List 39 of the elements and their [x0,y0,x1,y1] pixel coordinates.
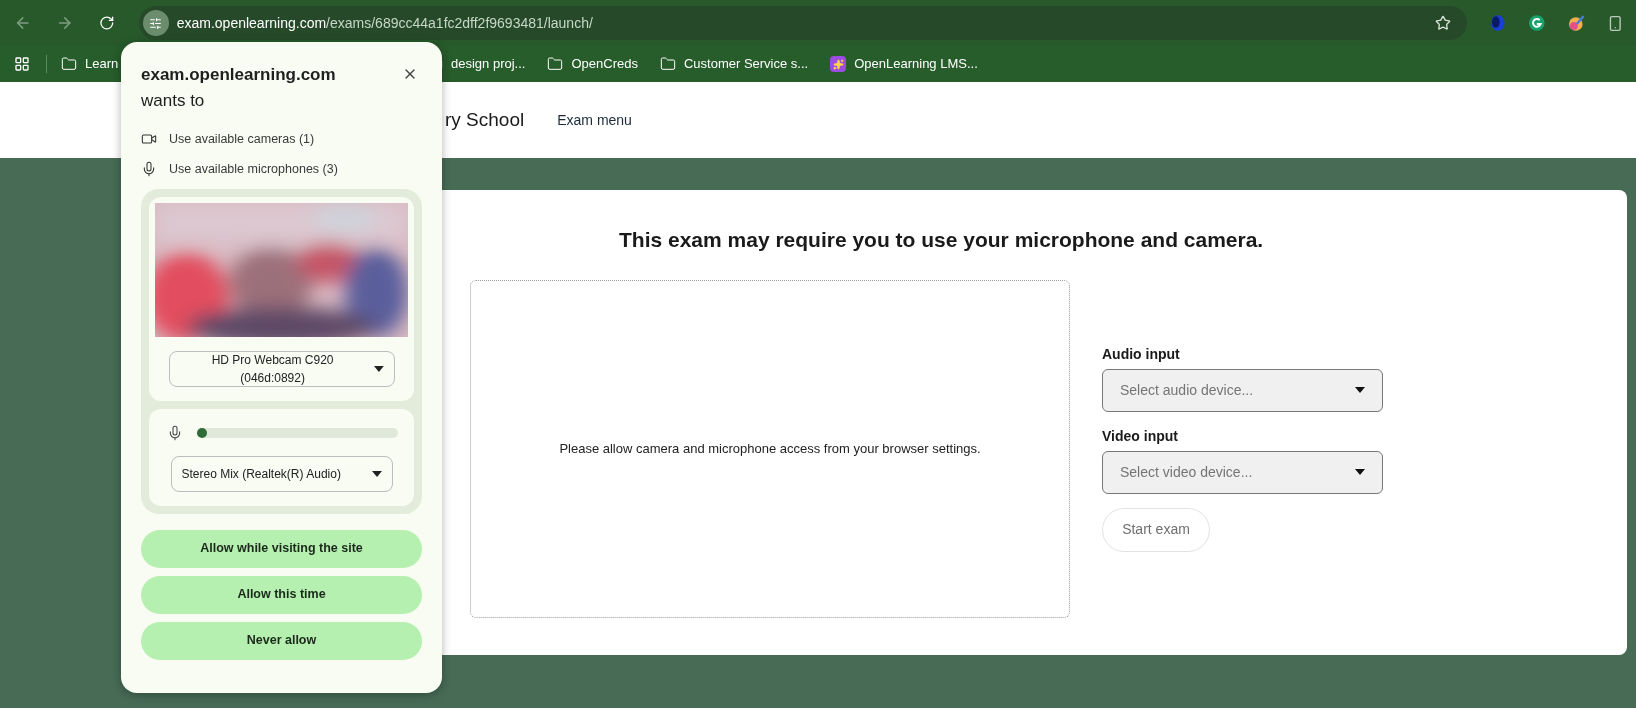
school-name: ry School [445,107,525,132]
sparkle-icon [830,56,847,72]
microphone-select[interactable]: Stereo Mix (Realtek(R) Audio) [170,455,393,492]
access-message: Please allow camera and microphone access from your browser settings. [559,439,981,458]
camera-select[interactable]: HD Pro Webcam C920 (046d:0892) [168,350,395,387]
phone-icon[interactable] [1607,14,1624,32]
bookmark[interactable]: OpenCreds [539,50,646,78]
caret-icon [1355,387,1365,393]
grammar-icon[interactable] [1528,14,1546,32]
address-bar[interactable]: exam.openlearning.com/exams/689cc44a1fc2dff2f9693481/launch/ [138,6,1467,40]
field-label: Video input [1102,426,1179,446]
bookmark[interactable]: Learn [53,50,125,78]
folder-icon [547,56,564,72]
device-select[interactable]: Select audio device... [1102,368,1383,412]
url-text: exam.openlearning.com/exams/689cc44a1fc2dff2f9693481/launch/ [176,13,593,33]
microphone-icon [141,161,157,178]
folder-icon [659,56,676,72]
card-title: This exam may require you to use your microphone and camera. [619,227,1265,253]
caret-icon [373,365,384,372]
device-select[interactable]: Select video device... [1102,450,1383,494]
site-settings-icon[interactable] [142,10,169,36]
exam-menu-link[interactable]: Exam menu [557,109,632,131]
microphone-icon [167,424,183,441]
bookmark[interactable]: OpenLearning LMS... [822,50,986,78]
caret-icon [1355,469,1365,475]
permission-button[interactable]: Allow while visiting the site [141,529,422,568]
popup-title: exam.openlearning.com wants to [141,64,337,112]
caret-icon [371,470,382,477]
apps-icon[interactable] [14,56,30,72]
permission-button[interactable]: Never allow [141,621,422,660]
field-label: Audio input [1102,344,1181,364]
paintbrush-icon[interactable] [1567,14,1586,32]
permission-button[interactable]: Allow this time [141,575,422,614]
bookmark-star-icon[interactable] [1434,15,1451,31]
folder-icon [61,56,77,72]
permission-label: Use available cameras (1) [169,131,315,148]
permission-label: Use available microphones (3) [169,160,338,178]
bookmark[interactable]: Customer Service s... [651,50,817,78]
reload-icon[interactable] [99,15,115,31]
